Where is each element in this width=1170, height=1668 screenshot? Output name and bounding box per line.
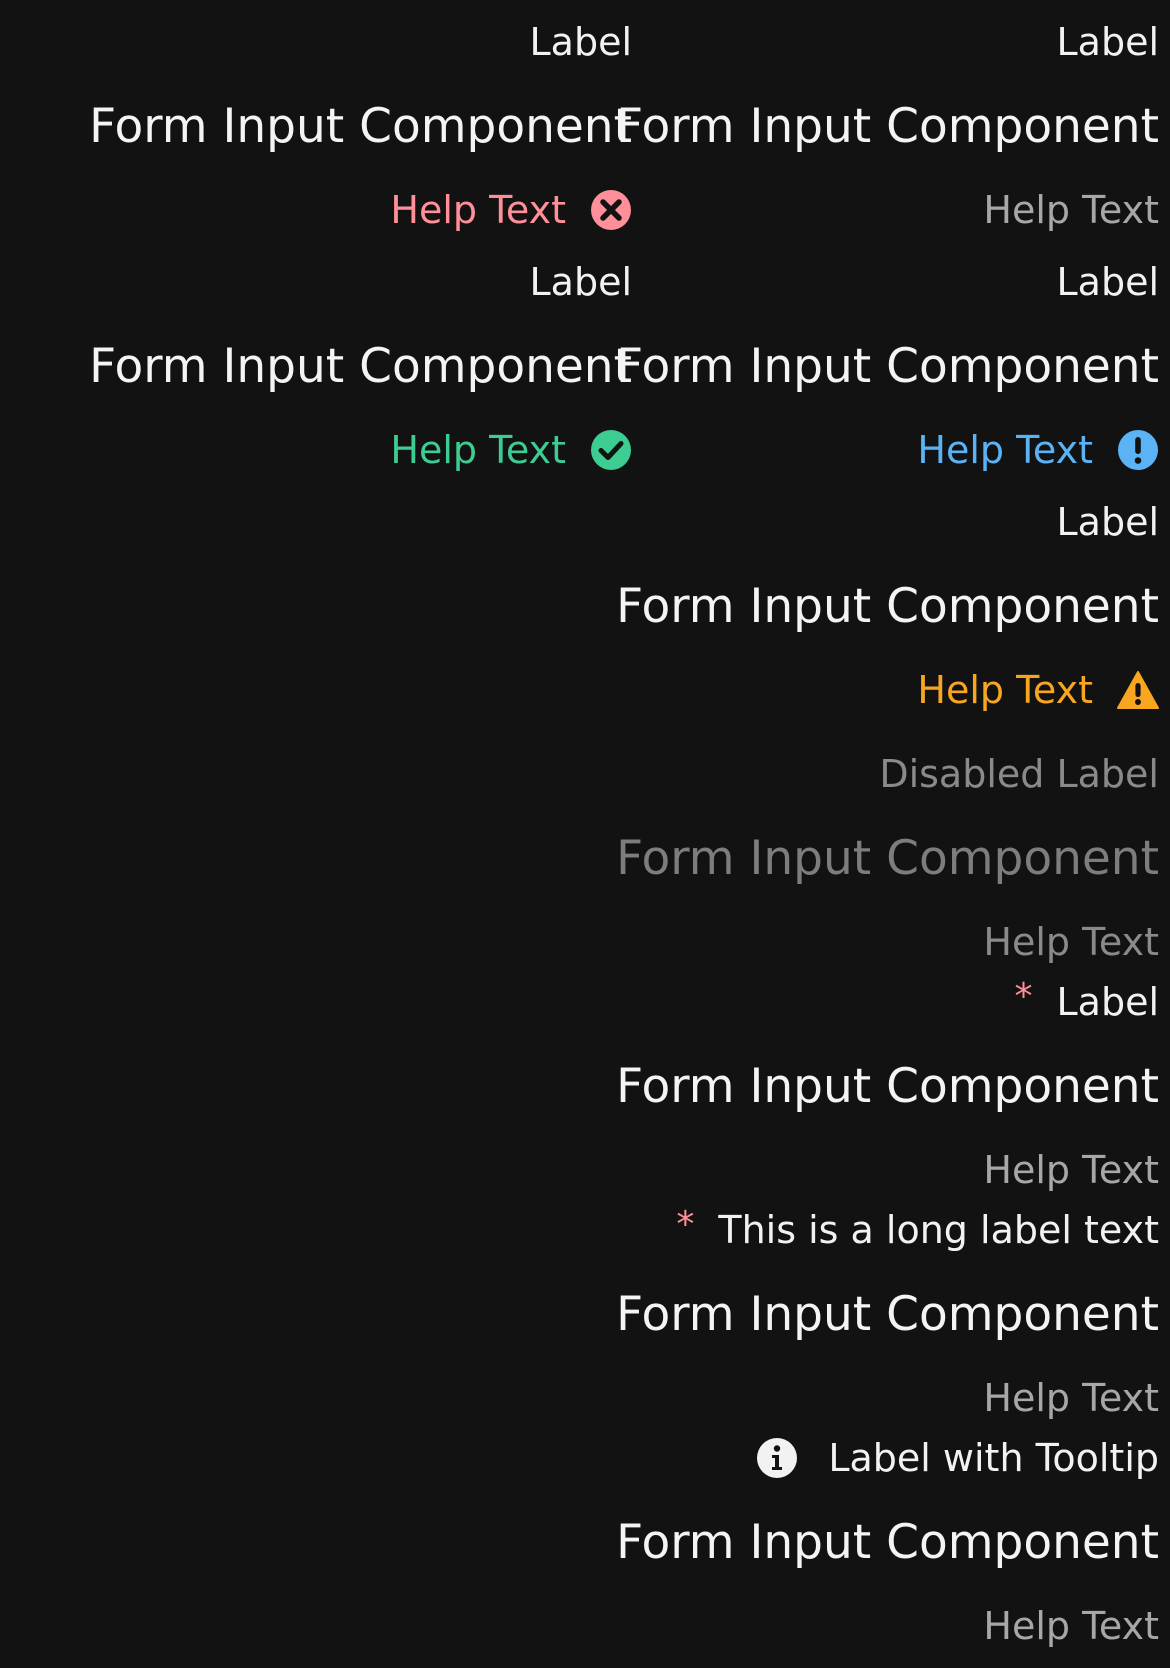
field-required: * Label Form Input Component Help Text — [616, 972, 1159, 1200]
check-circle-icon — [590, 429, 632, 471]
form-input-component[interactable]: Form Input Component — [616, 552, 1159, 660]
help-text-info: Help Text — [917, 420, 1159, 480]
field-label-disabled: Disabled Label — [879, 752, 1159, 796]
help-text: Help Text — [983, 920, 1159, 964]
form-input-component[interactable]: Form Input Component — [616, 1488, 1159, 1596]
help-text-success: Help Text — [390, 420, 632, 480]
field-label: * This is a long label text — [676, 1203, 1159, 1253]
form-input-component[interactable]: Form Input Component — [616, 1260, 1159, 1368]
field-success: Label Form Input Component Help Text — [0, 252, 632, 480]
form-input-showcase: Label Form Input Component Help Text Lab… — [0, 0, 1170, 1668]
field-label: Label — [1056, 260, 1159, 304]
info-circle-icon[interactable] — [756, 1437, 798, 1479]
field-tooltip: Label with Tooltip Form Input Component … — [432, 1428, 1159, 1656]
required-asterisk: * — [676, 1203, 695, 1245]
form-input-component[interactable]: Form Input Component — [616, 312, 1159, 420]
field-label: Label — [529, 260, 632, 304]
field-label: Label — [1056, 20, 1159, 64]
form-input-component[interactable]: Form Input Component — [89, 312, 632, 420]
form-input-component-disabled: Form Input Component — [616, 830, 1159, 886]
help-text-error: Help Text — [390, 180, 632, 240]
error-circle-icon — [590, 189, 632, 231]
field-label: Label with Tooltip — [756, 1428, 1159, 1488]
form-input-component[interactable]: Form Input Component — [616, 1032, 1159, 1140]
field-label: * Label — [1014, 975, 1159, 1025]
field-info: Label Form Input Component Help Text — [616, 252, 1159, 480]
help-text-warning: Help Text — [917, 660, 1159, 720]
field-default: Label Form Input Component Help Text — [616, 12, 1159, 240]
help-text: Help Text — [983, 188, 1159, 232]
form-input-component[interactable]: Form Input Component — [89, 72, 632, 180]
field-required-long: * This is a long label text Form Input C… — [432, 1200, 1159, 1428]
required-asterisk: * — [1014, 975, 1033, 1017]
warning-triangle-icon — [1117, 670, 1159, 710]
help-text: Help Text — [983, 1376, 1159, 1420]
form-input-component[interactable]: Form Input Component — [616, 72, 1159, 180]
field-label: Label — [529, 20, 632, 64]
exclamation-circle-icon — [1117, 429, 1159, 471]
help-text: Help Text — [983, 1148, 1159, 1192]
field-warning: Label Form Input Component Help Text — [616, 492, 1159, 720]
field-disabled: Disabled Label Form Input Component Help… — [616, 744, 1159, 972]
help-text: Help Text — [983, 1604, 1159, 1648]
field-error: Label Form Input Component Help Text — [0, 12, 632, 240]
field-label: Label — [1056, 500, 1159, 544]
